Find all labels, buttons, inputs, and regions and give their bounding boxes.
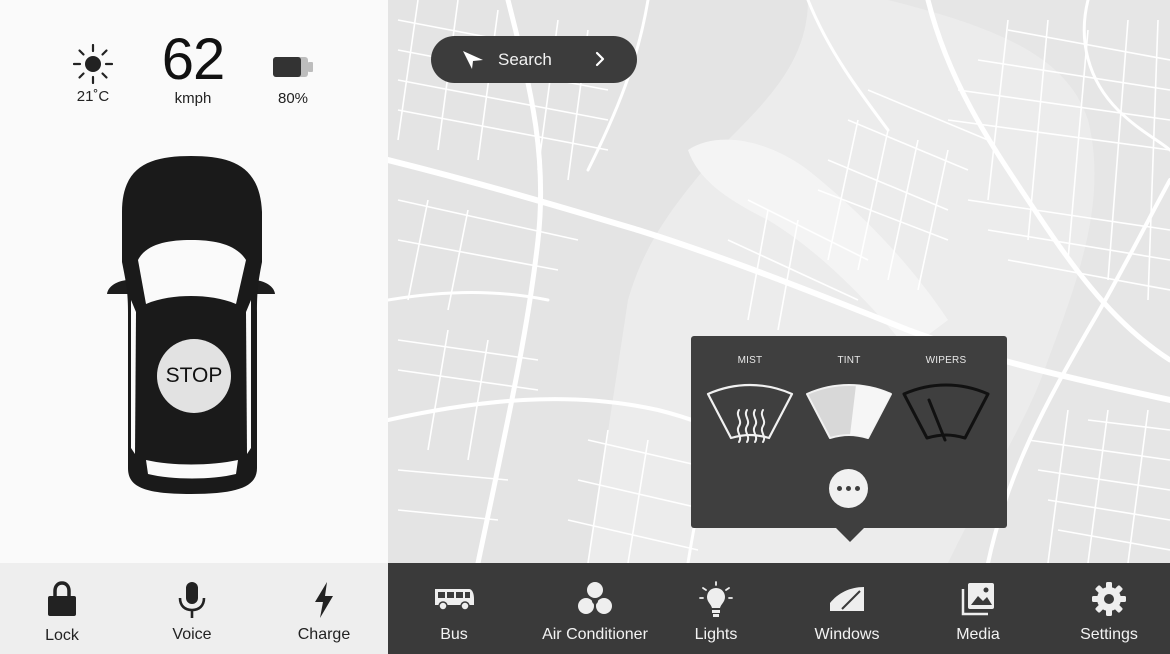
speed-unit: kmph: [174, 90, 212, 107]
settings-button[interactable]: Settings: [1069, 563, 1149, 654]
search-label: Search: [498, 49, 552, 69]
lights-label: Lights: [694, 626, 738, 643]
window-icon: [830, 587, 864, 611]
lock-icon: [48, 581, 76, 616]
windshield-defrost-icon: [706, 383, 794, 443]
lights-button[interactable]: Lights: [676, 563, 756, 654]
navigation-arrow-icon: [463, 50, 483, 69]
speed-value: 62: [161, 27, 226, 92]
bottom-nav-right: Bus Air Conditioner Lights Windows Media…: [388, 563, 1170, 654]
window-controls-popup: MIST TINT WIPERS: [691, 336, 1007, 542]
lock-label: Lock: [45, 627, 79, 644]
gear-icon: [1092, 582, 1126, 616]
windows-button[interactable]: Windows: [806, 563, 888, 654]
battery-icon: [273, 57, 313, 77]
window-tint-icon: [806, 384, 892, 439]
windows-label: Windows: [814, 626, 880, 643]
more-dots-icon: [837, 486, 842, 491]
mist-option[interactable]: MIST: [702, 355, 798, 444]
tint-option[interactable]: TINT: [801, 355, 897, 444]
car-top-view: [107, 156, 275, 494]
stop-button[interactable]: STOP: [157, 339, 231, 413]
voice-label: Voice: [172, 626, 212, 643]
sun-icon: [73, 44, 113, 84]
more-options-button[interactable]: [829, 469, 868, 508]
air-conditioner-label: Air Conditioner: [542, 626, 648, 643]
fan-icon: [578, 582, 612, 614]
charge-button[interactable]: Charge: [280, 563, 368, 654]
mist-label: MIST: [737, 355, 763, 366]
lightning-icon: [315, 582, 333, 618]
bus-label: Bus: [440, 626, 468, 643]
temperature-value: 21˚C: [76, 88, 110, 105]
battery-widget: 80%: [258, 56, 328, 107]
weather-widget: 21˚C: [62, 44, 124, 105]
bottom-nav-left: Lock Voice Charge: [0, 563, 388, 654]
tint-label: TINT: [837, 355, 861, 366]
settings-label: Settings: [1080, 626, 1138, 643]
chevron-right-icon: [595, 51, 605, 67]
battery-fill: [273, 57, 301, 77]
voice-button[interactable]: Voice: [148, 563, 236, 654]
wiper-icon: [902, 383, 990, 442]
wipers-option[interactable]: WIPERS: [898, 355, 994, 444]
lightbulb-icon: [699, 581, 733, 617]
speedometer: 62 kmph: [148, 27, 238, 108]
media-label: Media: [956, 626, 1000, 643]
media-button[interactable]: Media: [938, 563, 1018, 654]
lock-button[interactable]: Lock: [18, 563, 106, 654]
battery-percent: 80%: [277, 90, 309, 107]
charge-label: Charge: [297, 626, 351, 643]
air-conditioner-button[interactable]: Air Conditioner: [534, 563, 656, 654]
bus-icon: [435, 589, 474, 611]
popup-pointer: [836, 528, 864, 542]
photos-icon: [961, 583, 994, 616]
microphone-icon: [178, 582, 206, 618]
search-button[interactable]: Search: [431, 36, 637, 83]
map-view[interactable]: Search MIST TINT WIPERS: [388, 0, 1170, 563]
wipers-label: WIPERS: [925, 355, 967, 366]
bus-button[interactable]: Bus: [414, 563, 494, 654]
vehicle-status-panel: 21˚C 62 kmph 80% STOP: [0, 0, 388, 563]
